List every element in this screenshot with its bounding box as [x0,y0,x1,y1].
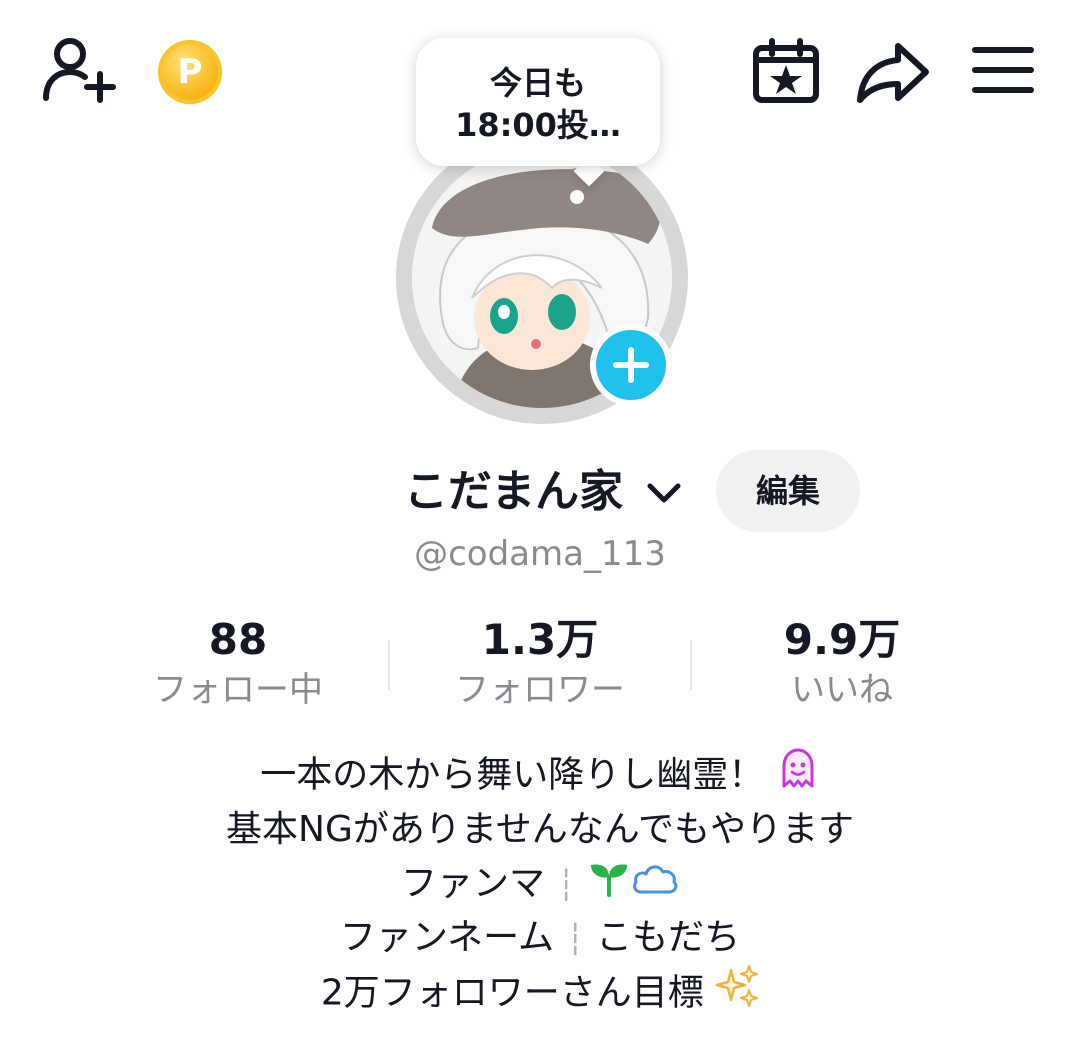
bio-line-4-text-a: ファンネーム [339,917,555,958]
username-handle: @codama_113 [414,534,666,574]
bio-separator: ┆ [556,868,576,903]
following-label[interactable]: フォロー中 [128,666,348,714]
bio-line-2: 基本NGがありませんなんでもやります [226,809,854,850]
bio-line-4: ファンネーム ┆ こもだち [0,910,1080,968]
stat-divider [690,640,692,690]
bio-line-3: ファンマ ┆ [0,856,1080,914]
menu-icon[interactable] [972,44,1034,96]
likes-count: 9.9万 [783,615,901,664]
bio-line-1-text: 一本の木から舞い降りし幽霊！ [260,754,765,796]
status-bubble-text: 今日も 18:00投… [455,64,621,144]
following-count[interactable]: 88 [128,612,348,668]
share-icon[interactable] [856,40,930,104]
stat-divider [388,640,390,690]
coin-label: P [177,52,203,92]
bio-line-5: 2万フォロワーさん目標 [0,964,1080,1025]
coin-icon[interactable]: P [158,40,222,104]
add-avatar-plus-icon[interactable] [590,324,672,406]
bio-line-4-text-b: こもだち [596,917,741,958]
bio-line-3-text: ファンマ [400,863,545,904]
profile-name[interactable]: こだまん家 [404,460,623,524]
sprout-emoji-icon [587,857,631,914]
status-bubble[interactable]: 今日も 18:00投… [416,38,660,166]
bio-line-1: 一本の木から舞い降りし幽霊！ [0,746,1080,807]
ghost-emoji-icon [776,746,820,807]
bio-line-5-text: 2万フォロワーさん目標 [320,972,704,1014]
edit-profile-button[interactable]: 編集 [716,450,860,532]
chevron-down-icon[interactable] [646,478,682,508]
sparkles-emoji-icon [715,964,759,1025]
followers-count[interactable]: 1.3万 [430,612,650,668]
bubble-dot [570,190,584,204]
calendar-star-icon[interactable] [752,38,820,104]
cloud-emoji-icon [631,857,679,913]
add-friend-icon[interactable] [40,36,116,104]
likes-label: いいね [791,670,893,710]
bio-separator: ┆ [566,922,585,957]
followers-label[interactable]: フォロワー [430,666,650,714]
